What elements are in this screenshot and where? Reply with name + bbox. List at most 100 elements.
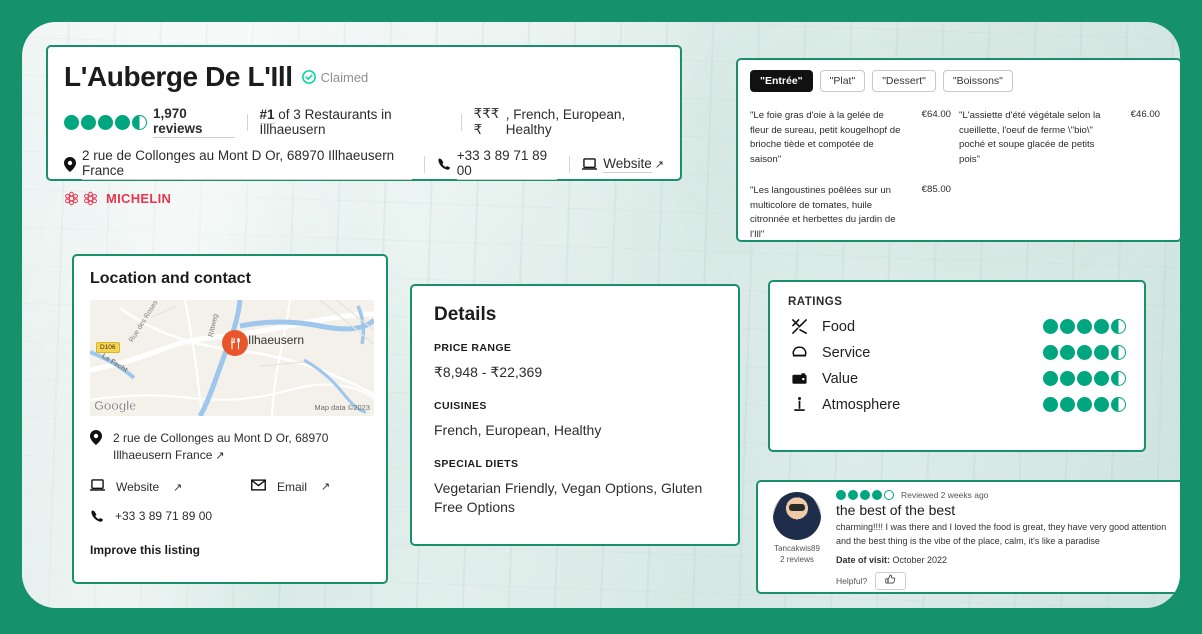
laptop-icon: [90, 479, 105, 495]
rating-bubbles: [1043, 319, 1126, 334]
review-timestamp: Reviewed 2 weeks ago: [901, 490, 988, 500]
location-heading: Location and contact: [90, 270, 370, 288]
map-pin-icon: [64, 157, 76, 172]
cutlery-icon: [788, 318, 810, 335]
review-rating-bubbles: [836, 490, 894, 500]
details-heading: Details: [434, 304, 716, 326]
menu-item: "Les langoustines poêlées sur un multico…: [750, 184, 951, 242]
location-contact-card: Location and contact D106 Rue des: [72, 254, 388, 584]
screenshot-stage: L'Auberge De L'Ill Claimed 1,970 reviews…: [0, 0, 1202, 634]
details-section-label: SPECIAL DIETS: [434, 458, 716, 470]
review-title[interactable]: the best of the best: [836, 502, 1178, 518]
details-card: Details PRICE RANGE ₹8,948 - ₹22,369 CUI…: [410, 284, 740, 546]
review-body: Reviewed 2 weeks ago the best of the bes…: [836, 490, 1178, 584]
envelope-icon: [251, 479, 266, 494]
review-date-of-visit: Date of visit: October 2022: [836, 555, 1178, 565]
menu-column-right: "L'assiette d'été végétale selon la cuei…: [959, 109, 1168, 260]
menu-item-name: "Les langoustines poêlées sur un multico…: [750, 184, 902, 242]
restaurant-icon: [229, 337, 242, 350]
menu-column-left: "Le foie gras d'oie à la gelée de fleur …: [750, 109, 959, 260]
menu-item-price: €64.00: [922, 109, 951, 167]
rank-text[interactable]: #1 of 3 Restaurants in Illhaeusern: [260, 107, 449, 137]
restaurant-header-card: L'Auberge De L'Ill Claimed 1,970 reviews…: [46, 45, 682, 181]
map-town-label: Ilhaeusern: [248, 333, 304, 347]
meta-divider: [569, 156, 570, 173]
external-link-icon: ↗: [173, 481, 182, 494]
wallet-icon: [788, 370, 810, 387]
page-title: L'Auberge De L'Ill: [64, 61, 293, 93]
cloche-icon: [788, 344, 810, 361]
map-pin-icon: [90, 430, 102, 448]
michelin-star-icon: [64, 191, 79, 206]
menu-item-name: "Le foie gras d'oie à la gelée de fleur …: [750, 109, 902, 167]
rating-bubbles: [64, 115, 147, 130]
menu-item-price: €46.00: [1131, 109, 1160, 167]
map-marker[interactable]: [222, 330, 248, 356]
rating-bubbles: [1043, 371, 1126, 386]
phone-text: +33 3 89 71 89 00: [115, 509, 212, 523]
meta-divider: [424, 156, 425, 173]
website-link[interactable]: Website: [603, 156, 652, 173]
phone-icon: [90, 509, 104, 526]
review-header: Reviewed 2 weeks ago: [836, 490, 1178, 500]
email-label: Email: [277, 480, 307, 494]
header-meta-row-2: 2 rue de Collonges au Mont D Or, 68970 I…: [64, 148, 664, 180]
reviews-count-link[interactable]: 1,970 reviews: [153, 106, 235, 138]
rating-label: Service: [822, 345, 870, 361]
map-attribution: Map data ©2023: [314, 403, 370, 412]
check-circle-icon: [302, 70, 316, 84]
phone-row[interactable]: +33 3 89 71 89 00: [90, 509, 370, 526]
review-card: Tancakwis89 2 reviews Reviewed 2 weeks a…: [756, 480, 1180, 594]
header-meta-row-1: 1,970 reviews #1 of 3 Restaurants in Ill…: [64, 106, 664, 138]
details-section: CUISINES French, European, Healthy: [434, 400, 716, 440]
rating-row-service: Service: [788, 344, 1126, 361]
review-user-count: 2 reviews: [768, 554, 826, 565]
menu-tab-dessert[interactable]: "Dessert": [872, 70, 936, 92]
details-section: PRICE RANGE ₹8,948 - ₹22,369: [434, 342, 716, 382]
address-link[interactable]: 2 rue de Collonges au Mont D Or, 68970 I…: [82, 148, 412, 180]
thumbs-up-icon: [885, 574, 896, 585]
michelin-row: MICHELIN: [64, 191, 664, 206]
address-text: 2 rue de Collonges au Mont D Or, 68970 I…: [113, 430, 370, 465]
thumbs-up-button[interactable]: [875, 572, 906, 590]
menu-tab-entree[interactable]: "Entrée": [750, 70, 813, 92]
external-link-icon: ↗: [215, 450, 224, 462]
menu-item-name: "L'assiette d'été végétale selon la cuei…: [959, 109, 1111, 167]
website-row[interactable]: Website ↗: [90, 479, 240, 495]
claimed-badge: Claimed: [302, 70, 369, 85]
price-symbols[interactable]: ₹₹₹₹: [474, 106, 506, 138]
website-label: Website: [116, 480, 159, 494]
review-username[interactable]: Tancakwis89: [768, 543, 826, 554]
menu-tab-plat[interactable]: "Plat": [820, 70, 866, 92]
avatar[interactable]: [773, 492, 821, 540]
meta-divider: [461, 114, 462, 131]
google-logo: Google: [94, 398, 136, 413]
review-text: charming!!!! I was there and I loved the…: [836, 521, 1178, 548]
address-row[interactable]: 2 rue de Collonges au Mont D Or, 68970 I…: [90, 430, 370, 465]
rating-label: Atmosphere: [822, 397, 900, 413]
details-section-value: Vegetarian Friendly, Vegan Options, Glut…: [434, 479, 716, 517]
review-author-block: Tancakwis89 2 reviews: [768, 490, 826, 584]
claimed-label: Claimed: [321, 70, 369, 85]
title-row: L'Auberge De L'Ill Claimed: [64, 61, 664, 93]
map-road-badge: D106: [96, 342, 120, 353]
helpful-label: Helpful?: [836, 576, 867, 586]
menu-item-price: €85.00: [922, 184, 951, 242]
laptop-icon: [582, 158, 597, 171]
rating-label: Food: [822, 319, 855, 335]
menu-items-grid: "Le foie gras d'oie à la gelée de fleur …: [750, 109, 1168, 260]
menu-card: "Entrée" "Plat" "Dessert" "Boissons" "Le…: [736, 58, 1180, 242]
menu-item: "L'assiette d'été végétale selon la cuei…: [959, 109, 1160, 167]
map-thumbnail[interactable]: D106 Rue des Roses Rittweg La Fecht Ilha…: [90, 300, 374, 416]
rating-row-atmosphere: Atmosphere: [788, 396, 1126, 413]
phone-link[interactable]: +33 3 89 71 89 00: [457, 148, 558, 180]
rating-bubbles: [1043, 345, 1126, 360]
ratings-heading: RATINGS: [788, 296, 1126, 308]
email-row[interactable]: Email ↗: [251, 479, 330, 494]
improve-listing-link[interactable]: Improve this listing: [90, 543, 370, 557]
menu-tab-boissons[interactable]: "Boissons": [943, 70, 1013, 92]
details-section: SPECIAL DIETS Vegetarian Friendly, Vegan…: [434, 458, 716, 517]
rating-bubbles: [1043, 397, 1126, 412]
atmosphere-icon: [788, 396, 810, 413]
michelin-star-icon: [83, 191, 98, 206]
